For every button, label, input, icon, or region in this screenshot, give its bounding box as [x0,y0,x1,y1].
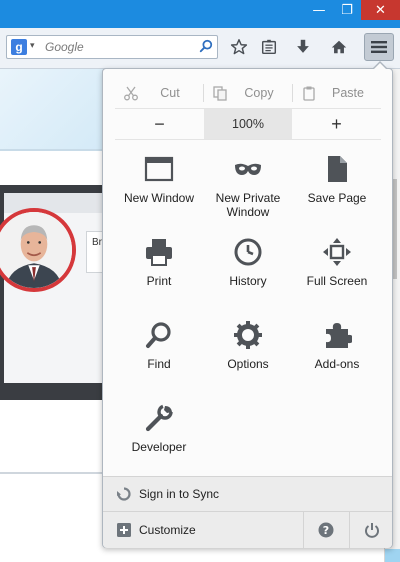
paste-button[interactable]: Paste [293,78,381,108]
home-icon[interactable] [328,36,350,58]
save-page-label: Save Page [307,191,367,205]
hamburger-menu-icon[interactable] [364,33,394,61]
gear-icon [232,319,264,351]
full-screen-label: Full Screen [306,274,368,288]
find-button[interactable]: Find [115,313,203,395]
search-icon[interactable] [199,39,213,53]
print-label: Print [146,274,172,288]
zoom-reset-button[interactable]: 100% [204,109,292,139]
new-window-label: New Window [123,191,195,205]
bookmark-star-icon[interactable] [228,36,250,58]
help-icon: ? [318,522,334,538]
divider [0,149,110,151]
new-private-window-button[interactable]: New Private Window [204,147,292,229]
zoom-out-button[interactable]: − [115,109,204,139]
menu-footer: Customize ? [103,511,392,548]
google-icon[interactable]: g [11,39,27,55]
clock-icon [232,236,264,268]
customize-button[interactable]: Customize [103,512,196,548]
quit-button[interactable] [349,512,394,548]
clipboard-icon [303,86,315,101]
new-private-window-label: New Private Window [215,191,281,219]
zoom-controls: − 100% + [115,108,381,140]
window-titlebar: — ❐ ✕ [0,0,400,28]
customize-label: Customize [139,523,196,537]
find-label: Find [147,357,171,371]
sync-icon [117,487,131,501]
options-button[interactable]: Options [204,313,292,395]
power-icon [365,523,379,538]
options-label: Options [227,357,269,371]
search-box[interactable]: g ▾ [6,35,218,59]
add-ons-label: Add-ons [314,357,360,371]
page-accent [385,549,400,562]
page-lower-area [0,469,110,562]
notification-card-text: Br [92,237,102,248]
help-button[interactable]: ? [303,512,348,548]
cut-label: Cut [160,86,180,100]
download-icon[interactable] [292,36,314,58]
edit-controls: Cut Copy Paste [115,78,381,108]
magnifier-icon [143,319,175,351]
scissors-icon [124,86,138,101]
sign-in-to-sync-button[interactable]: Sign in to Sync [103,476,392,511]
private-mask-icon [232,153,264,185]
maximize-button[interactable]: ❐ [333,0,361,20]
zoom-in-button[interactable]: + [292,109,381,139]
add-ons-button[interactable]: Add-ons [293,313,381,395]
new-window-button[interactable]: New Window [115,147,203,229]
printer-icon [143,236,175,268]
fullscreen-icon [321,236,353,268]
developer-label: Developer [131,440,187,454]
reading-list-icon[interactable] [258,36,280,58]
copy-label: Copy [244,86,274,100]
close-button[interactable]: ✕ [361,0,400,20]
search-input[interactable] [45,38,195,56]
cut-button[interactable]: Cut [115,78,203,108]
new-window-icon [143,153,175,185]
print-button[interactable]: Print [115,230,203,312]
copy-icon [213,86,227,101]
minimize-button[interactable]: — [305,0,333,20]
history-label: History [229,274,267,288]
sign-in-to-sync-label: Sign in to Sync [139,487,220,501]
developer-button[interactable]: Developer [115,396,203,478]
firefox-menu-panel: Cut Copy Paste − 100% + New Window New P… [102,61,393,548]
history-button[interactable]: History [204,230,292,312]
save-page-icon [321,153,353,185]
paste-label: Paste [332,86,364,100]
svg-text:?: ? [323,524,329,537]
plus-square-icon [117,523,131,537]
save-page-button[interactable]: Save Page [293,147,381,229]
full-screen-button[interactable]: Full Screen [293,230,381,312]
chevron-down-icon[interactable]: ▾ [30,40,35,51]
navigation-toolbar: g ▾ [0,28,400,69]
copy-button[interactable]: Copy [204,78,292,108]
puzzle-icon [321,319,353,351]
wrench-icon [143,402,175,434]
